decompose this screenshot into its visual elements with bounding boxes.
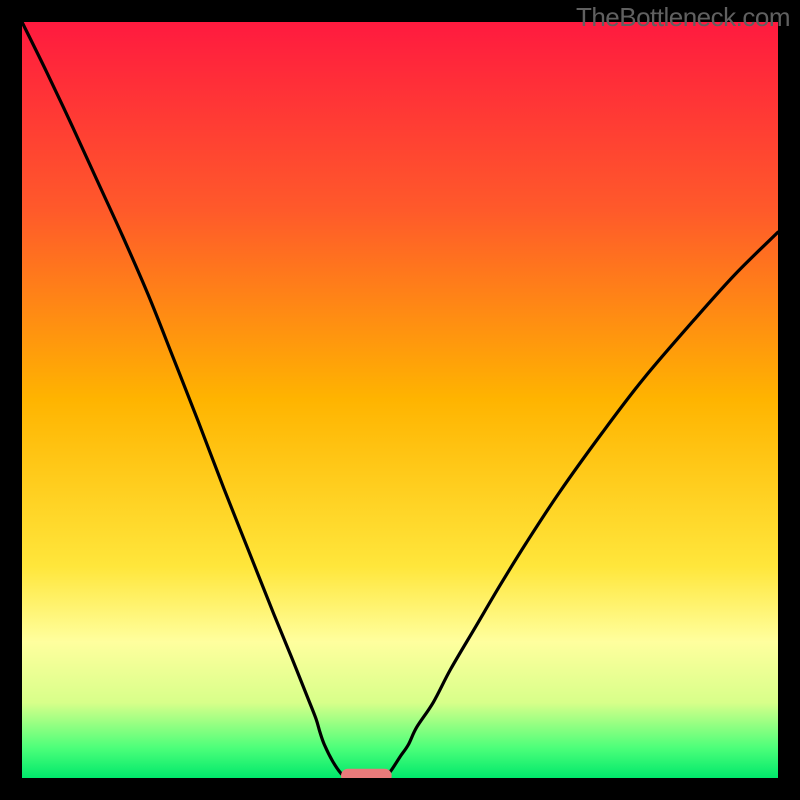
bottleneck-marker (341, 769, 392, 778)
watermark-text: TheBottleneck.com (576, 2, 790, 33)
chart-frame (22, 22, 778, 778)
marker-group (341, 769, 392, 778)
gradient-background (22, 22, 778, 778)
bottleneck-chart (22, 22, 778, 778)
